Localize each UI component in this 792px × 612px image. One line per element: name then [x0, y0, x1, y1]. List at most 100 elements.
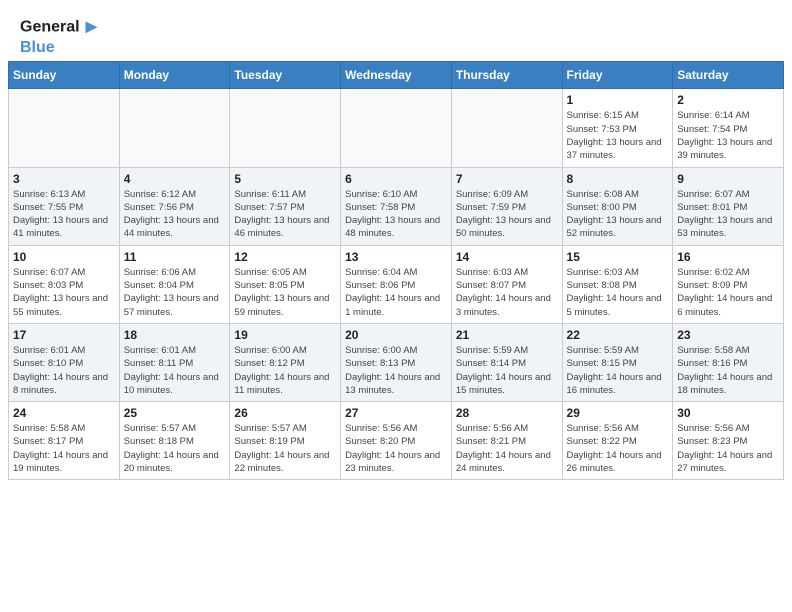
week-row-0: 1Sunrise: 6:15 AM Sunset: 7:53 PM Daylig… — [9, 89, 784, 167]
day-number: 11 — [124, 250, 226, 264]
day-info: Sunrise: 6:00 AM Sunset: 8:13 PM Dayligh… — [345, 344, 447, 397]
day-info: Sunrise: 5:57 AM Sunset: 8:19 PM Dayligh… — [234, 422, 336, 475]
day-info: Sunrise: 5:56 AM Sunset: 8:23 PM Dayligh… — [677, 422, 779, 475]
day-number: 1 — [567, 93, 669, 107]
day-info: Sunrise: 6:06 AM Sunset: 8:04 PM Dayligh… — [124, 266, 226, 319]
day-number: 9 — [677, 172, 779, 186]
calendar-cell: 19Sunrise: 6:00 AM Sunset: 8:12 PM Dayli… — [230, 323, 341, 401]
week-row-1: 3 Sunrise: 6:13 AM Sunset: 7:55 PM Daylig… — [9, 167, 784, 245]
day-number: 7 — [456, 172, 558, 186]
day-info: Sunrise: 6:07 AM Sunset: 8:01 PM Dayligh… — [677, 188, 779, 241]
calendar-cell — [230, 89, 341, 167]
calendar-cell: 28 Sunrise: 5:56 AM Sunset: 8:21 PM Dayli… — [451, 402, 562, 480]
calendar-cell: 20 Sunrise: 6:00 AM Sunset: 8:13 PM Dayli… — [341, 323, 452, 401]
day-number: 29 — [567, 406, 669, 420]
day-info: Sunrise: 5:58 AM Sunset: 8:17 PM Dayligh… — [13, 422, 115, 475]
day-number: 3 — [13, 172, 115, 186]
day-info: Sunrise: 6:03 AM Sunset: 8:07 PM Dayligh… — [456, 266, 558, 319]
day-info: Sunrise: 6:02 AM Sunset: 8:09 PM Dayligh… — [677, 266, 779, 319]
calendar-cell: 12 Sunrise: 6:05 AM Sunset: 8:05 PM Dayli… — [230, 245, 341, 323]
calendar-cell: 27Sunrise: 5:56 AM Sunset: 8:20 PM Dayli… — [341, 402, 452, 480]
calendar-cell: 22 Sunrise: 5:59 AM Sunset: 8:15 PM Dayli… — [562, 323, 673, 401]
day-info: Sunrise: 5:58 AM Sunset: 8:16 PM Dayligh… — [677, 344, 779, 397]
day-info: Sunrise: 6:08 AM Sunset: 8:00 PM Dayligh… — [567, 188, 669, 241]
calendar-cell: 6 Sunrise: 6:10 AM Sunset: 7:58 PM Daylig… — [341, 167, 452, 245]
day-info: Sunrise: 6:03 AM Sunset: 8:08 PM Dayligh… — [567, 266, 669, 319]
calendar-cell — [119, 89, 230, 167]
day-number: 4 — [124, 172, 226, 186]
day-number: 26 — [234, 406, 336, 420]
calendar-cell: 26 Sunrise: 5:57 AM Sunset: 8:19 PM Dayli… — [230, 402, 341, 480]
week-row-3: 17Sunrise: 6:01 AM Sunset: 8:10 PM Dayli… — [9, 323, 784, 401]
day-info: Sunrise: 6:10 AM Sunset: 7:58 PM Dayligh… — [345, 188, 447, 241]
day-info: Sunrise: 6:11 AM Sunset: 7:57 PM Dayligh… — [234, 188, 336, 241]
calendar-cell: 8 Sunrise: 6:08 AM Sunset: 8:00 PM Daylig… — [562, 167, 673, 245]
day-number: 21 — [456, 328, 558, 342]
calendar-cell: 24 Sunrise: 5:58 AM Sunset: 8:17 PM Dayli… — [9, 402, 120, 480]
weekday-header-friday: Friday — [562, 62, 673, 89]
day-number: 23 — [677, 328, 779, 342]
day-info: Sunrise: 5:59 AM Sunset: 8:15 PM Dayligh… — [567, 344, 669, 397]
calendar-cell: 30Sunrise: 5:56 AM Sunset: 8:23 PM Dayli… — [673, 402, 784, 480]
day-info: Sunrise: 5:56 AM Sunset: 8:22 PM Dayligh… — [567, 422, 669, 475]
logo: General► Blue — [20, 16, 101, 57]
day-info: Sunrise: 5:57 AM Sunset: 8:18 PM Dayligh… — [124, 422, 226, 475]
day-number: 20 — [345, 328, 447, 342]
day-number: 18 — [124, 328, 226, 342]
day-number: 25 — [124, 406, 226, 420]
day-info: Sunrise: 6:12 AM Sunset: 7:56 PM Dayligh… — [124, 188, 226, 241]
weekday-header-sunday: Sunday — [9, 62, 120, 89]
day-number: 6 — [345, 172, 447, 186]
calendar-cell: 10 Sunrise: 6:07 AM Sunset: 8:03 PM Dayli… — [9, 245, 120, 323]
calendar-table: SundayMondayTuesdayWednesdayThursdayFrid… — [8, 61, 784, 480]
day-number: 28 — [456, 406, 558, 420]
calendar-cell: 5 Sunrise: 6:11 AM Sunset: 7:57 PM Daylig… — [230, 167, 341, 245]
calendar-cell: 9 Sunrise: 6:07 AM Sunset: 8:01 PM Daylig… — [673, 167, 784, 245]
day-info: Sunrise: 6:07 AM Sunset: 8:03 PM Dayligh… — [13, 266, 115, 319]
day-info: Sunrise: 5:56 AM Sunset: 8:21 PM Dayligh… — [456, 422, 558, 475]
weekday-header-monday: Monday — [119, 62, 230, 89]
calendar-cell — [9, 89, 120, 167]
calendar-cell — [341, 89, 452, 167]
week-row-4: 24 Sunrise: 5:58 AM Sunset: 8:17 PM Dayli… — [9, 402, 784, 480]
weekday-header-tuesday: Tuesday — [230, 62, 341, 89]
calendar-cell: 7 Sunrise: 6:09 AM Sunset: 7:59 PM Daylig… — [451, 167, 562, 245]
calendar-cell: 21 Sunrise: 5:59 AM Sunset: 8:14 PM Dayli… — [451, 323, 562, 401]
calendar-cell — [451, 89, 562, 167]
calendar-cell: 18 Sunrise: 6:01 AM Sunset: 8:11 PM Dayli… — [119, 323, 230, 401]
calendar-cell: 1Sunrise: 6:15 AM Sunset: 7:53 PM Daylig… — [562, 89, 673, 167]
calendar-cell: 11 Sunrise: 6:06 AM Sunset: 8:04 PM Dayli… — [119, 245, 230, 323]
calendar-cell: 13 Sunrise: 6:04 AM Sunset: 8:06 PM Dayli… — [341, 245, 452, 323]
day-info: Sunrise: 6:14 AM Sunset: 7:54 PM Dayligh… — [677, 109, 779, 162]
day-number: 16 — [677, 250, 779, 264]
day-number: 10 — [13, 250, 115, 264]
calendar-cell: 2Sunrise: 6:14 AM Sunset: 7:54 PM Daylig… — [673, 89, 784, 167]
day-info: Sunrise: 6:05 AM Sunset: 8:05 PM Dayligh… — [234, 266, 336, 319]
day-number: 19 — [234, 328, 336, 342]
weekday-header-wednesday: Wednesday — [341, 62, 452, 89]
day-number: 5 — [234, 172, 336, 186]
day-number: 27 — [345, 406, 447, 420]
day-number: 12 — [234, 250, 336, 264]
calendar-cell: 29 Sunrise: 5:56 AM Sunset: 8:22 PM Dayli… — [562, 402, 673, 480]
calendar-cell: 25 Sunrise: 5:57 AM Sunset: 8:18 PM Dayli… — [119, 402, 230, 480]
day-number: 14 — [456, 250, 558, 264]
weekday-header-saturday: Saturday — [673, 62, 784, 89]
day-info: Sunrise: 6:01 AM Sunset: 8:11 PM Dayligh… — [124, 344, 226, 397]
page-header: General► Blue — [0, 0, 792, 61]
weekday-header-thursday: Thursday — [451, 62, 562, 89]
day-info: Sunrise: 6:09 AM Sunset: 7:59 PM Dayligh… — [456, 188, 558, 241]
day-number: 24 — [13, 406, 115, 420]
day-info: Sunrise: 6:04 AM Sunset: 8:06 PM Dayligh… — [345, 266, 447, 319]
calendar-cell: 4 Sunrise: 6:12 AM Sunset: 7:56 PM Daylig… — [119, 167, 230, 245]
day-info: Sunrise: 6:13 AM Sunset: 7:55 PM Dayligh… — [13, 188, 115, 241]
day-number: 8 — [567, 172, 669, 186]
calendar-cell: 14 Sunrise: 6:03 AM Sunset: 8:07 PM Dayli… — [451, 245, 562, 323]
calendar-cell: 16 Sunrise: 6:02 AM Sunset: 8:09 PM Dayli… — [673, 245, 784, 323]
logo-text: General► Blue — [20, 16, 101, 57]
day-number: 22 — [567, 328, 669, 342]
calendar-cell: 17Sunrise: 6:01 AM Sunset: 8:10 PM Dayli… — [9, 323, 120, 401]
day-number: 13 — [345, 250, 447, 264]
day-info: Sunrise: 5:59 AM Sunset: 8:14 PM Dayligh… — [456, 344, 558, 397]
calendar-cell: 23 Sunrise: 5:58 AM Sunset: 8:16 PM Dayli… — [673, 323, 784, 401]
